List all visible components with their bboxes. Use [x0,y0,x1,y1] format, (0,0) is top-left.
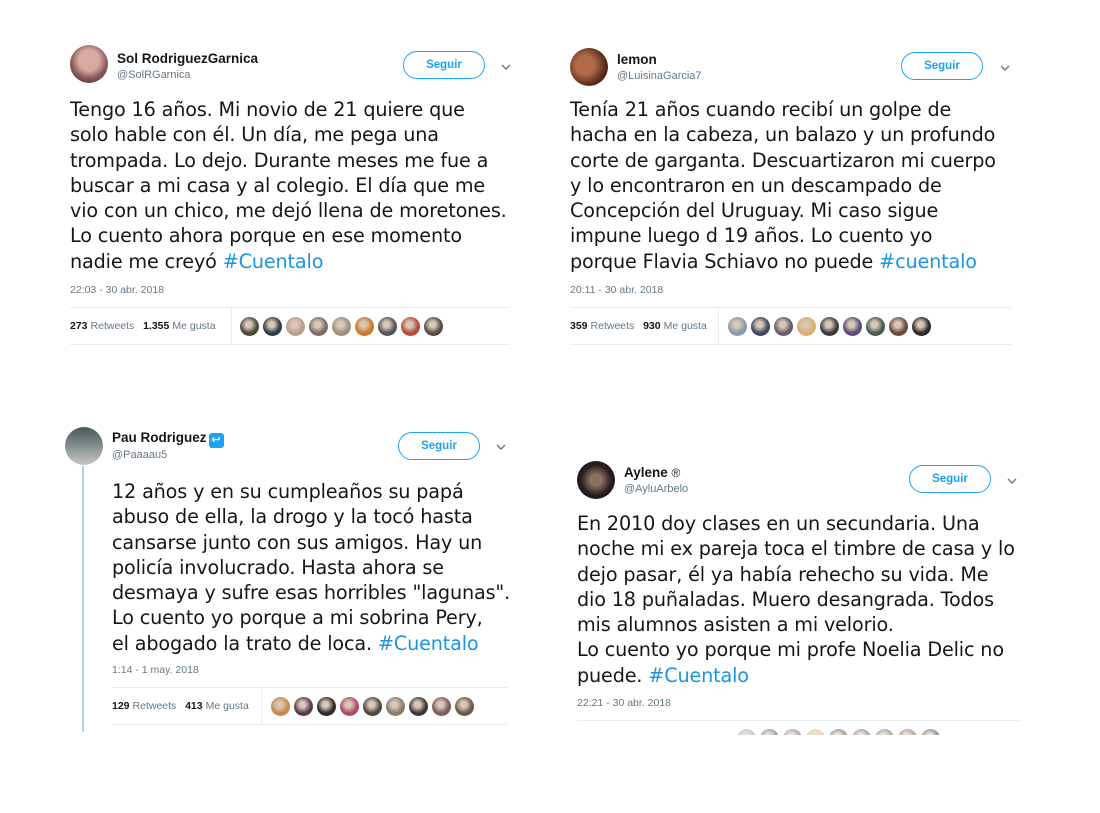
liker-avatar[interactable] [829,729,848,735]
tweet-timestamp[interactable]: 22:03 - 30 abr. 2018 [70,284,164,296]
tweet-text: Tenía 21 años cuando recibí un golpe de … [570,98,996,273]
liker-avatars [737,729,940,735]
hashtag-link[interactable]: #Cuentalo [378,632,479,655]
liker-avatar[interactable] [875,729,894,735]
divider [718,308,719,344]
hashtag-link[interactable]: #Cuentalo [223,250,324,273]
user-handle[interactable]: @AyluArbelo [624,483,688,495]
retweets-count[interactable]: 359 Retweets [570,320,634,332]
likes-count[interactable]: 930 Me gusta [643,320,707,332]
liker-avatar[interactable] [271,697,290,716]
chevron-down-icon[interactable] [1006,475,1018,487]
tweet-text: 12 años y en su cumpleaños su papá abuso… [112,480,511,655]
divider [70,344,510,345]
badge-icon: ↩ [208,433,224,448]
liker-avatar[interactable] [774,317,793,336]
retweets-count[interactable]: 129 Retweets [112,700,176,712]
tweet-timestamp[interactable]: 1:14 - 1 may. 2018 [112,664,199,676]
liker-avatar[interactable] [455,697,474,716]
display-name[interactable]: Sol RodriguezGarnica [117,51,258,66]
liker-avatar[interactable] [340,697,359,716]
liker-avatar[interactable] [363,697,382,716]
follow-button[interactable]: Seguir [403,51,485,79]
divider [112,687,508,688]
liker-avatar[interactable] [355,317,374,336]
liker-avatar[interactable] [852,729,871,735]
user-handle[interactable]: @LuisinaGarcia7 [617,70,702,82]
avatar[interactable] [70,45,108,83]
liker-avatar[interactable] [240,317,259,336]
liker-avatar[interactable] [843,317,862,336]
display-name[interactable]: Pau Rodriguez ↩ [112,430,224,448]
avatar[interactable] [65,427,103,465]
tweet-timestamp[interactable]: 22:21 - 30 abr. 2018 [577,697,671,709]
retweets-count[interactable]: 273 Retweets [70,320,134,332]
liker-avatars [240,317,443,336]
tweet-stats: 129 Retweets 413 Me gusta [112,700,249,712]
liker-avatar[interactable] [806,729,825,735]
liker-avatar[interactable] [921,729,940,735]
divider [112,724,508,725]
avatar[interactable] [570,48,608,86]
tweet-text: En 2010 doy clases en un secundaria. Una… [577,512,1015,687]
display-name[interactable]: lemon [617,52,657,67]
liker-avatar[interactable] [386,697,405,716]
liker-avatar[interactable] [317,697,336,716]
liker-avatar[interactable] [332,317,351,336]
divider [577,720,1019,721]
chevron-down-icon[interactable] [500,61,512,73]
liker-avatar[interactable] [783,729,802,735]
likes-count[interactable]: 1.355 Me gusta [143,320,215,332]
tweet-stats: 359 Retweets 930 Me gusta [570,320,707,332]
thread-line [82,466,84,732]
divider [261,688,262,724]
liker-avatars [271,697,474,716]
liker-avatar[interactable] [751,317,770,336]
liker-avatar[interactable] [432,697,451,716]
divider [570,344,1012,345]
avatar[interactable] [577,461,615,499]
liker-avatar[interactable] [401,317,420,336]
liker-avatars [728,317,931,336]
divider [70,307,510,308]
liker-avatar[interactable] [294,697,313,716]
chevron-down-icon[interactable] [495,441,507,453]
tweet-timestamp[interactable]: 20:11 - 30 abr. 2018 [570,284,663,296]
likes-count[interactable]: 413 Me gusta [185,700,249,712]
follow-button[interactable]: Seguir [398,432,480,460]
liker-avatar[interactable] [898,729,917,735]
liker-avatar[interactable] [309,317,328,336]
hashtag-link[interactable]: #Cuentalo [648,664,749,687]
chevron-down-icon[interactable] [999,62,1011,74]
display-name[interactable]: Aylene ® [624,465,680,480]
liker-avatar[interactable] [912,317,931,336]
liker-avatar[interactable] [378,317,397,336]
tweet-text: Tengo 16 años. Mi novio de 21 quiere que… [70,98,507,273]
liker-avatar[interactable] [424,317,443,336]
liker-avatar[interactable] [760,729,779,735]
liker-avatar[interactable] [866,317,885,336]
follow-button[interactable]: Seguir [909,465,991,493]
divider [570,307,1012,308]
tweet-stats: 273 Retweets 1.355 Me gusta [70,320,216,332]
user-handle[interactable]: @SolRGarnica [117,69,191,81]
liker-avatar[interactable] [728,317,747,336]
user-handle[interactable]: @Paaaau5 [112,449,167,461]
hashtag-link[interactable]: #cuentalo [879,250,977,273]
divider [231,308,232,344]
liker-avatar[interactable] [737,729,756,735]
liker-avatar[interactable] [263,317,282,336]
liker-avatar[interactable] [286,317,305,336]
follow-button[interactable]: Seguir [901,52,983,80]
liker-avatar[interactable] [409,697,428,716]
liker-avatar[interactable] [889,317,908,336]
liker-avatar[interactable] [820,317,839,336]
liker-avatar[interactable] [797,317,816,336]
